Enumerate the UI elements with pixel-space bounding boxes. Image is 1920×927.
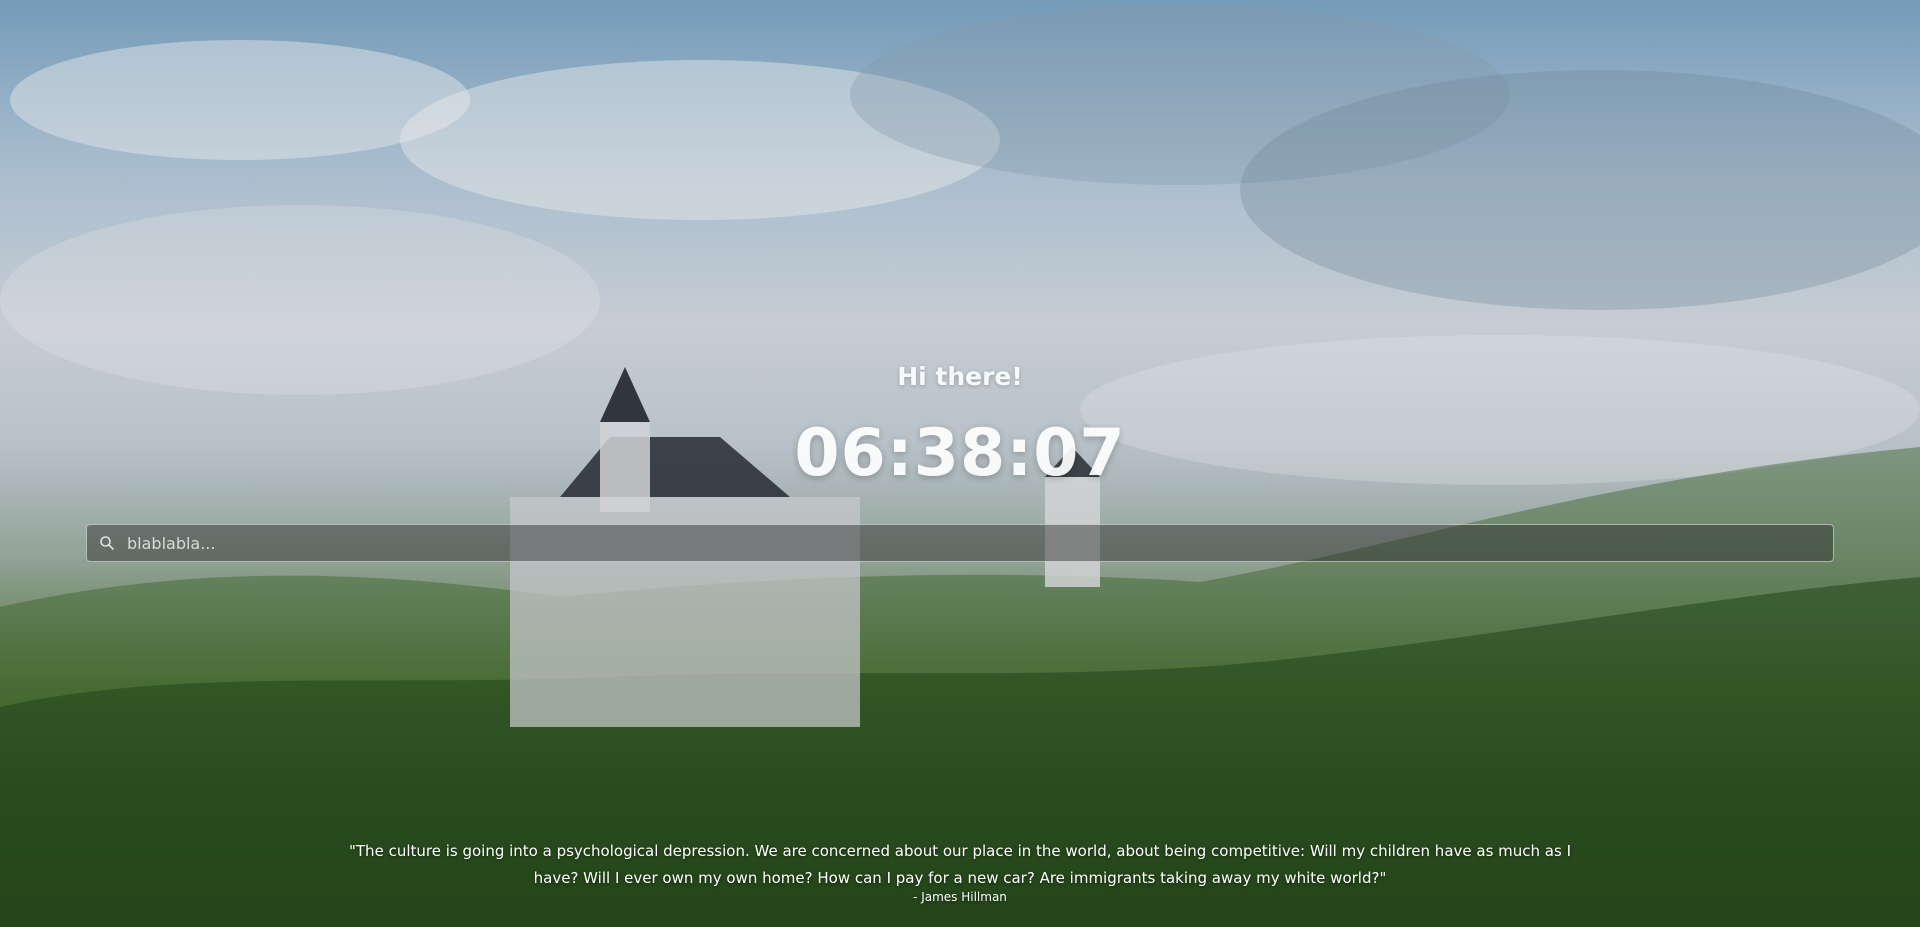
search-icon bbox=[100, 536, 114, 550]
search-bar[interactable] bbox=[86, 524, 1834, 562]
quote-text: "The culture is going into a psychologic… bbox=[349, 842, 1571, 887]
search-input[interactable] bbox=[125, 532, 1833, 554]
new-tab-page: Hi there! 06:38:07 "The culture is going… bbox=[0, 0, 1920, 927]
clock-display: 06:38:07 bbox=[794, 416, 1126, 491]
quote-author: - James Hillman bbox=[913, 890, 1007, 904]
greeting-text: Hi there! bbox=[897, 362, 1023, 391]
